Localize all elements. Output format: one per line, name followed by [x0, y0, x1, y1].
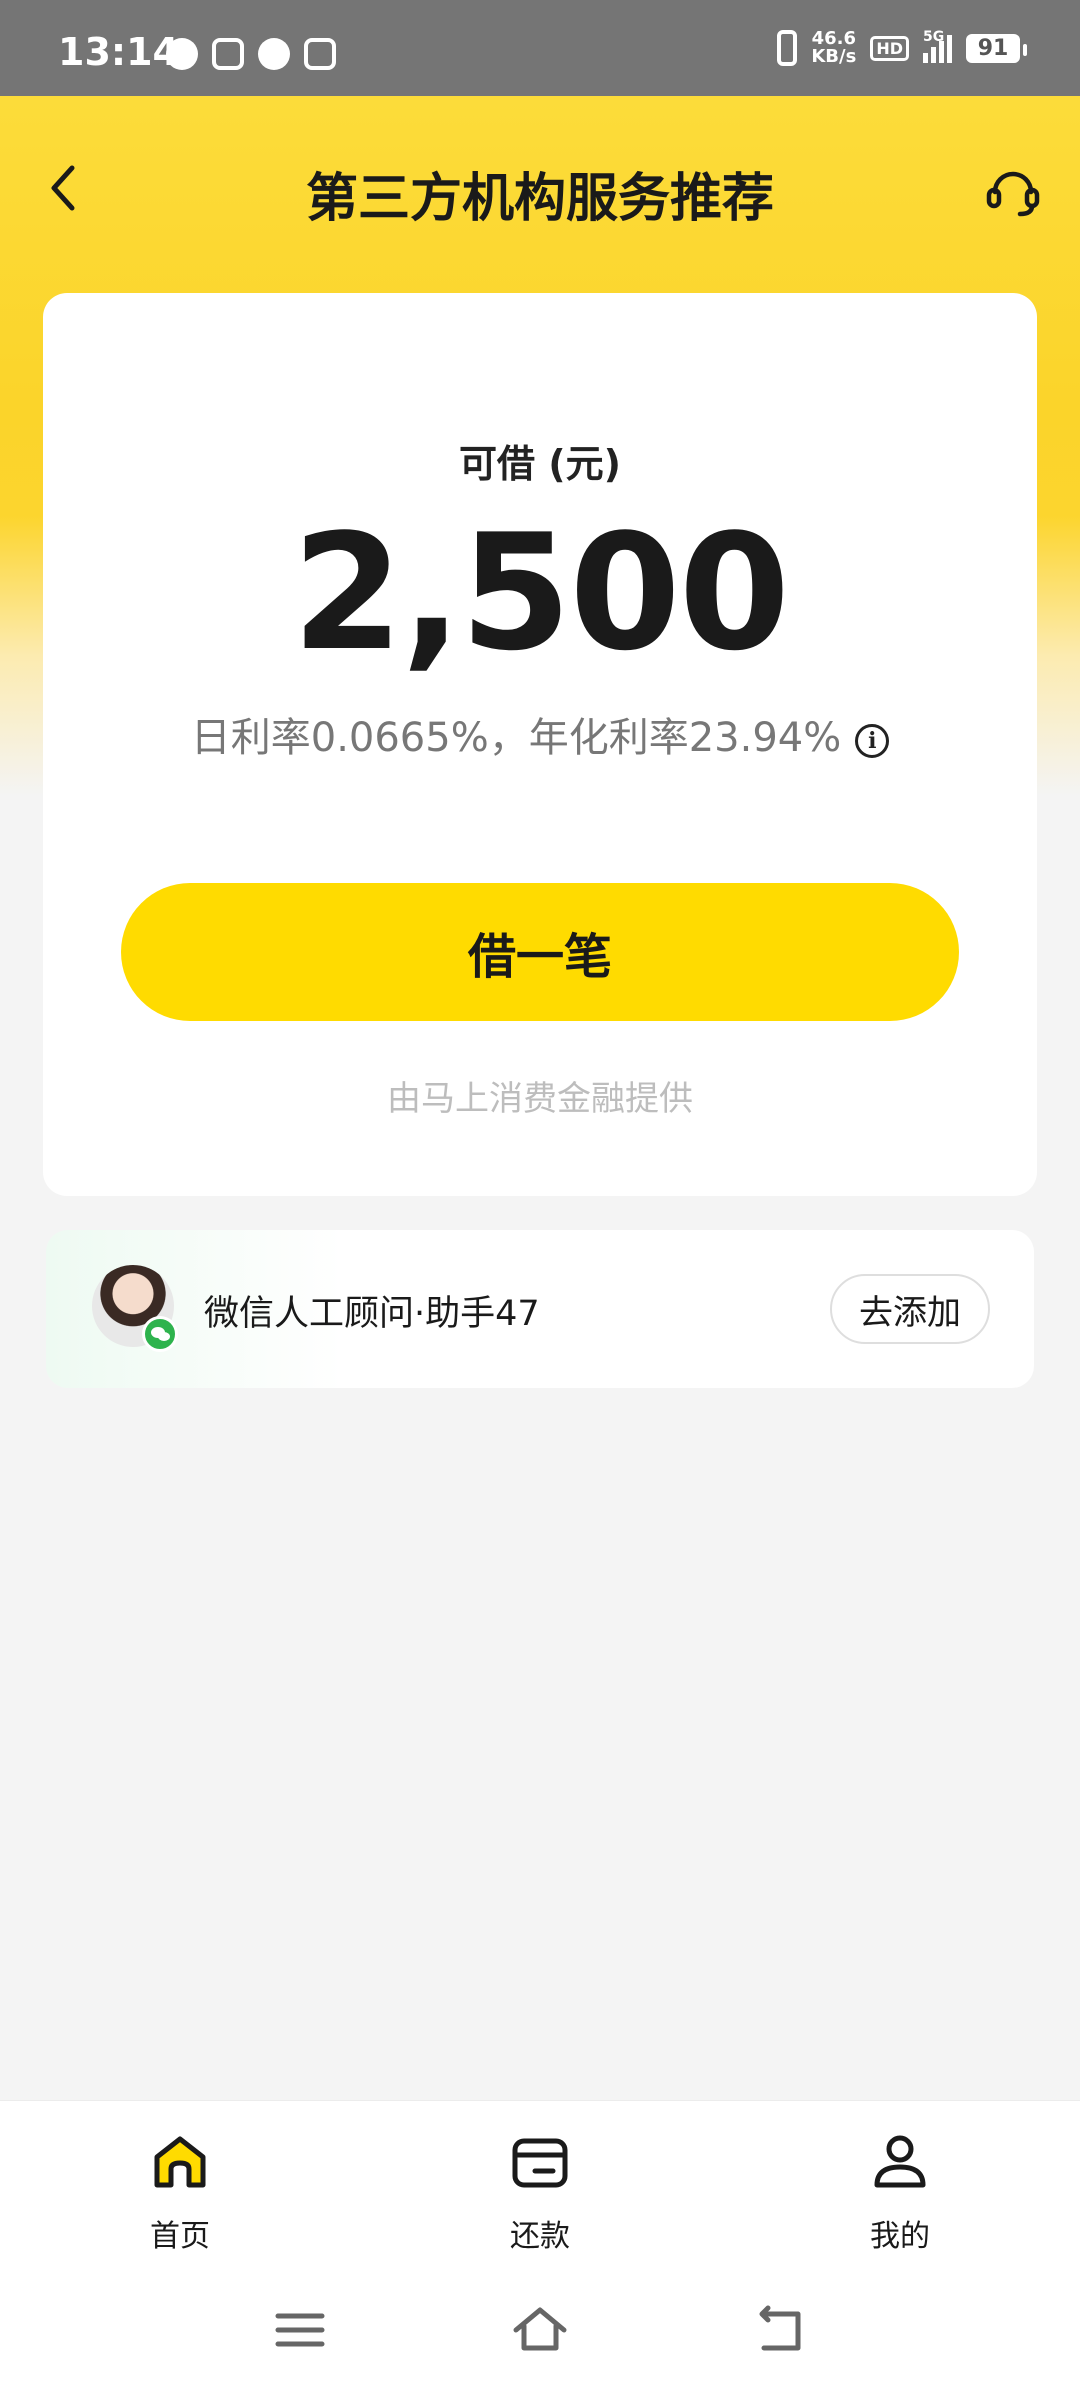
home-icon [154, 2136, 206, 2188]
available-amount: 2,500 [291, 499, 790, 686]
wechat-advisor-card[interactable]: 微信人工顾问·助手47 去添加 [46, 1230, 1034, 1388]
advisor-name: 微信人工顾问·助手47 [204, 1294, 540, 1334]
menu-icon[interactable] [270, 2300, 330, 2360]
wechat-icon [142, 1316, 178, 1352]
available-amount-label: 可借 (元) [459, 442, 621, 486]
customer-service-icon[interactable] [982, 160, 1044, 222]
home-nav-icon[interactable] [510, 2300, 570, 2360]
navigation-bar: 第三方机构服务推荐 [0, 96, 1080, 286]
network-speed-unit: KB/s [811, 46, 857, 67]
interest-rate-text: 日利率0.0665%，年化利率23.94% [190, 715, 842, 761]
page-title: 第三方机构服务推荐 [305, 169, 774, 229]
tab-home-label: 首页 [150, 2219, 210, 2254]
message-icon [258, 38, 290, 70]
wallet-icon [512, 2138, 568, 2188]
borrow-button[interactable]: 借一笔 [121, 883, 959, 1021]
hd-badge: HD [870, 35, 909, 61]
bottom-tab-bar: 首页 还款 我的 [0, 2100, 1080, 2280]
info-icon[interactable]: i [855, 724, 890, 758]
notification-icons [166, 38, 336, 70]
profile-icon [874, 2135, 926, 2188]
network-type: 5G [923, 29, 945, 45]
system-navigation-bar [0, 2280, 1080, 2388]
loan-card: 可借 (元) 2,500 日利率0.0665%，年化利率23.94% i 借一笔 … [43, 293, 1037, 1196]
interest-rate: 日利率0.0665%，年化利率23.94% i [43, 705, 1037, 763]
app-notification-icon [212, 38, 244, 70]
tab-repay[interactable]: 还款 [470, 2129, 610, 2255]
tab-repay-label: 还款 [510, 2219, 570, 2254]
signal-icon: 5G [923, 29, 952, 63]
add-advisor-button[interactable]: 去添加 [830, 1274, 990, 1344]
battery-level: 91 [966, 33, 1027, 63]
tab-home[interactable]: 首页 [110, 2129, 250, 2255]
tab-profile[interactable]: 我的 [830, 2129, 970, 2255]
status-time: 13:14 [58, 30, 179, 74]
status-bar: 13:14 46.6 KB/s HD 5G 91 [0, 0, 1080, 96]
status-right: 46.6 KB/s HD 5G 91 [777, 29, 1027, 66]
network-speed: 46.6 KB/s [811, 30, 856, 66]
back-nav-icon[interactable] [750, 2300, 810, 2360]
app-notification-icon [166, 38, 198, 70]
vibrate-icon [777, 30, 798, 66]
provider-text: 由马上消费金融提供 [387, 1079, 693, 1119]
tab-profile-label: 我的 [870, 2219, 930, 2254]
shield-icon [304, 38, 336, 70]
